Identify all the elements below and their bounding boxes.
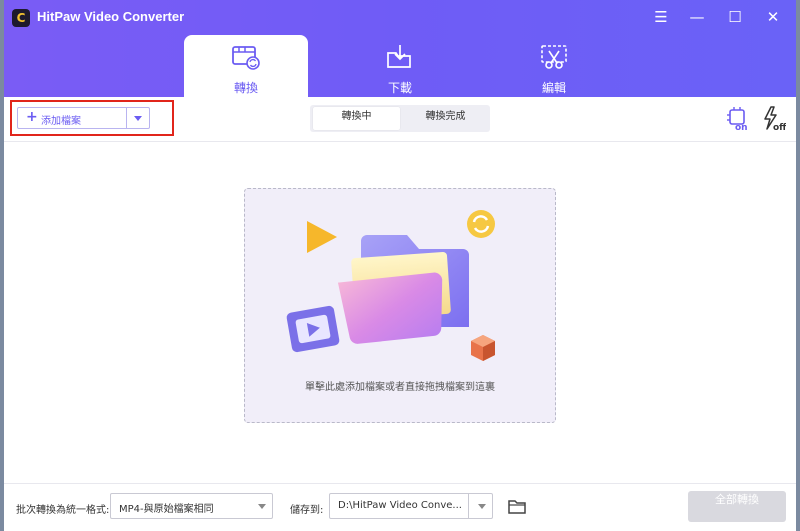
format-select-value: MP4-與原始檔案相同 [119,504,214,515]
tab-convert[interactable]: 轉換 [184,35,308,97]
lightning-mode-icon[interactable]: off [762,106,786,132]
toolbar: + 添加檔案 轉換中 轉換完成 on off [4,97,796,142]
format-select-caret-icon [258,504,266,509]
maximize-button[interactable]: ☐ [722,6,748,28]
open-folder-icon[interactable] [507,497,527,515]
add-file-divider [126,108,127,128]
tab-edit-label: 編輯 [541,81,566,95]
tab-download[interactable]: 下載 [338,35,462,97]
segment-converted[interactable]: 轉換完成 [402,107,489,130]
close-button[interactable]: ✕ [760,6,786,28]
status-segmented-control: 轉換中 轉換完成 [310,105,490,132]
drop-zone-hint: 單擊此處添加檔案或者直接拖拽檔案到這裏 [305,382,495,393]
tab-download-label: 下載 [387,81,412,95]
format-label: 批次轉換為統一格式: [16,505,110,516]
hardware-acceleration-icon[interactable]: on [726,106,750,132]
drop-zone[interactable]: 單擊此處添加檔案或者直接拖拽檔案到這裏 [244,188,556,423]
lightning-state: off [773,123,786,132]
title-bar: C HitPaw Video Converter ☰ — ☐ ✕ 轉換 下載 編… [4,0,796,97]
footer-bar: 批次轉換為統一格式: MP4-與原始檔案相同 儲存到: D:\HitPaw Vi… [4,483,796,531]
minimize-button[interactable]: — [684,6,710,28]
format-select[interactable]: MP4-與原始檔案相同 [110,493,273,519]
tab-convert-label: 轉換 [233,81,258,95]
save-to-label: 儲存到: [290,505,324,516]
save-path-caret-icon[interactable] [478,504,486,509]
refresh-coin-icon [467,210,495,238]
save-path-divider [468,494,469,518]
play-triangle-icon [307,221,337,253]
cube-icon [471,335,495,361]
save-path-value: D:\HitPaw Video Conve... [338,500,462,511]
download-folder-icon [387,45,411,68]
video-card-icon [286,305,340,353]
save-path-select[interactable]: D:\HitPaw Video Conve... [329,493,493,519]
folder-illustration [286,210,495,361]
tab-edit[interactable]: 編輯 [492,35,616,97]
plus-icon: + [26,109,38,125]
menu-icon[interactable]: ☰ [648,6,674,28]
add-file-label: 添加檔案 [41,116,81,127]
edit-scissors-icon [541,45,567,69]
app-window: C HitPaw Video Converter ☰ — ☐ ✕ 轉換 下載 編… [4,0,796,531]
add-file-button[interactable]: + 添加檔案 [17,107,150,129]
app-logo-icon: C [12,9,30,27]
convert-film-icon [232,46,260,70]
app-title: HitPaw Video Converter [37,9,185,24]
hw-accel-state: on [735,123,748,132]
convert-all-button[interactable]: 全部轉換 [688,491,786,522]
segment-converting[interactable]: 轉換中 [313,107,400,130]
add-file-dropdown-icon[interactable] [134,116,142,121]
